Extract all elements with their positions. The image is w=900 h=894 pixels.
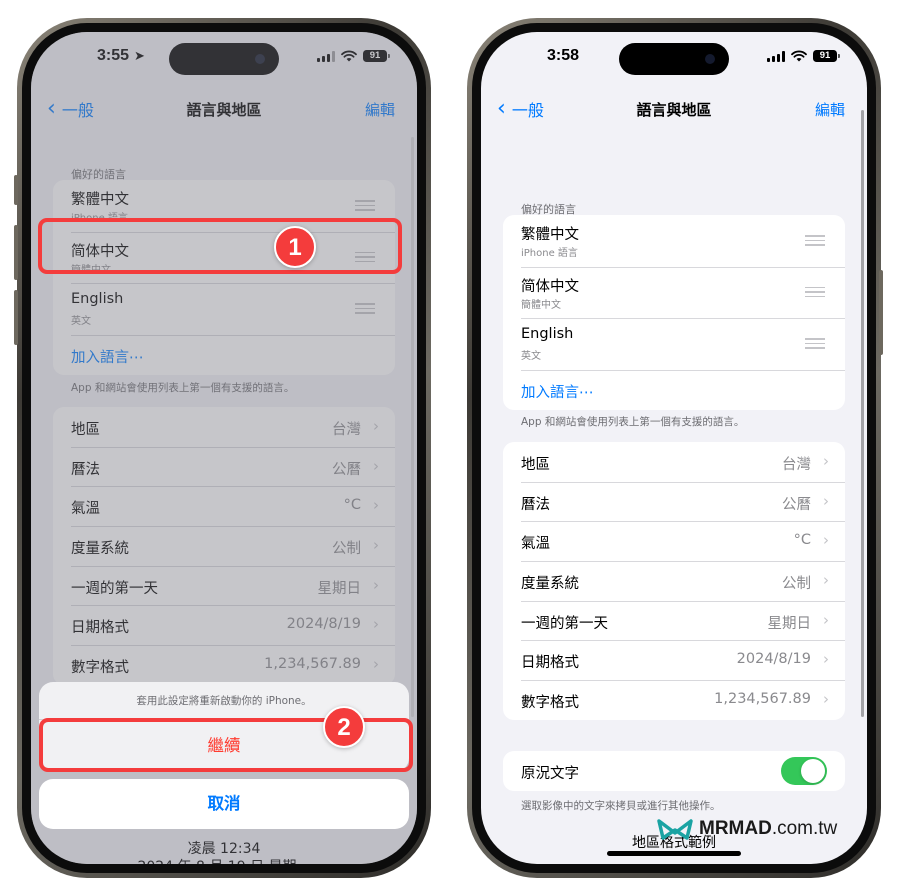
status-time: 3:58 (547, 47, 580, 64)
front-camera-icon (705, 54, 715, 64)
language-name: 繁體中文 (521, 227, 579, 243)
row-value: 1,234,567.89 (714, 691, 811, 708)
callout-badge-2: 2 (323, 706, 365, 748)
toggle-knob (801, 759, 825, 783)
preferred-languages-list: 繁體中文 iPhone 語言 简体中文 簡體中文 English 英文 加入語言… (503, 215, 845, 410)
language-row[interactable]: English 英文 (503, 318, 845, 370)
navigation-bar: ‹ 一般 語言與地區 編輯 (481, 87, 867, 131)
settings-row-first-day[interactable]: 一週的第一天 星期日 › (503, 600, 845, 641)
chevron-right-icon: › (823, 452, 829, 470)
row-value: °C (793, 532, 811, 549)
row-value: 2024/8/19 (736, 651, 811, 668)
chevron-right-icon: › (823, 531, 829, 550)
row-label: 氣溫 (521, 536, 550, 553)
add-language-label: 加入語言⋯ (521, 384, 594, 401)
settings-row-calendar[interactable]: 曆法 公曆 › (503, 481, 845, 522)
callout-highlight-simplified-chinese (38, 218, 402, 274)
cellular-signal-icon (767, 50, 785, 62)
languages-footnote: App 和網站會使用列表上第一個有支援的語言。 (521, 416, 745, 428)
language-subtitle: iPhone 語言 (521, 248, 578, 259)
row-value: 公制 (782, 576, 811, 593)
language-name: English (521, 326, 574, 342)
row-label: 度量系統 (521, 576, 579, 593)
reorder-handle-icon[interactable] (805, 235, 825, 249)
wifi-icon (791, 50, 807, 62)
watermark-domain: .com.tw (771, 818, 838, 839)
chevron-right-icon: › (823, 690, 829, 709)
battery-indicator: 91 (813, 50, 840, 62)
settings-row-date-format[interactable]: 日期格式 2024/8/19 › (503, 640, 845, 680)
chevron-right-icon: › (823, 491, 829, 510)
home-indicator[interactable] (607, 851, 741, 856)
row-label: 原況文字 (521, 766, 579, 782)
language-name: 简体中文 (521, 278, 579, 295)
live-text-toggle[interactable] (781, 757, 827, 785)
cancel-button[interactable]: 取消 (39, 779, 409, 829)
language-subtitle: 簡體中文 (521, 299, 561, 311)
callout-badge-1: 1 (274, 226, 316, 268)
reorder-handle-icon[interactable] (805, 286, 825, 301)
region-settings-list: 地區 台灣 › 曆法 公曆 › 氣溫 °C › 度量系統 公制 › 一週的第一天… (503, 442, 845, 720)
action-button (14, 175, 18, 205)
row-label: 曆法 (521, 496, 550, 513)
page-title: 語言與地區 (636, 101, 712, 119)
settings-row-temperature[interactable]: 氣溫 °C › (503, 521, 845, 561)
scrollbar[interactable] (411, 137, 414, 717)
right-phone-frame: 3:58 91 ‹ 一般 語言與地區 編輯 偏好的語言 繁體中文 iPhone … (467, 18, 881, 878)
chevron-right-icon: › (823, 571, 829, 590)
settings-row-number-format[interactable]: 數字格式 1,234,567.89 › (503, 680, 845, 720)
chevron-right-icon: › (823, 610, 829, 629)
live-text-group: 原況文字 (503, 751, 845, 791)
watermark-brand: MRMAD (699, 818, 772, 839)
row-value: 公曆 (782, 496, 811, 513)
chevron-right-icon: › (823, 650, 829, 669)
language-row[interactable]: 繁體中文 iPhone 語言 (503, 215, 845, 267)
live-text-footnote: 選取影像中的文字來拷貝或進行其他操作。 (521, 800, 721, 812)
row-label: 日期格式 (521, 655, 579, 672)
dynamic-island (619, 43, 729, 75)
row-label: 數字格式 (521, 695, 579, 712)
row-value: 台灣 (782, 457, 811, 473)
reorder-handle-icon[interactable] (805, 338, 825, 352)
row-label: 一週的第一天 (521, 615, 608, 632)
settings-row-region[interactable]: 地區 台灣 › (503, 442, 845, 482)
row-label: 地區 (521, 457, 550, 473)
watermark: MRMAD .com.tw (657, 818, 837, 840)
mrmad-logo-icon (657, 819, 693, 840)
volume-up-button (14, 225, 18, 280)
language-subtitle: 英文 (521, 351, 541, 362)
right-phone-screen: 3:58 91 ‹ 一般 語言與地區 編輯 偏好的語言 繁體中文 iPhone … (481, 32, 867, 864)
scrollbar[interactable] (861, 110, 864, 717)
settings-row-live-text: 原況文字 (503, 751, 845, 791)
volume-down-button (14, 290, 18, 345)
edit-button[interactable]: 編輯 (815, 99, 845, 120)
add-language-button[interactable]: 加入語言⋯ (503, 369, 845, 410)
row-value: 星期日 (767, 615, 812, 632)
language-row[interactable]: 简体中文 簡體中文 (503, 266, 845, 319)
power-button (879, 270, 883, 355)
settings-row-measurement[interactable]: 度量系統 公制 › (503, 561, 845, 601)
